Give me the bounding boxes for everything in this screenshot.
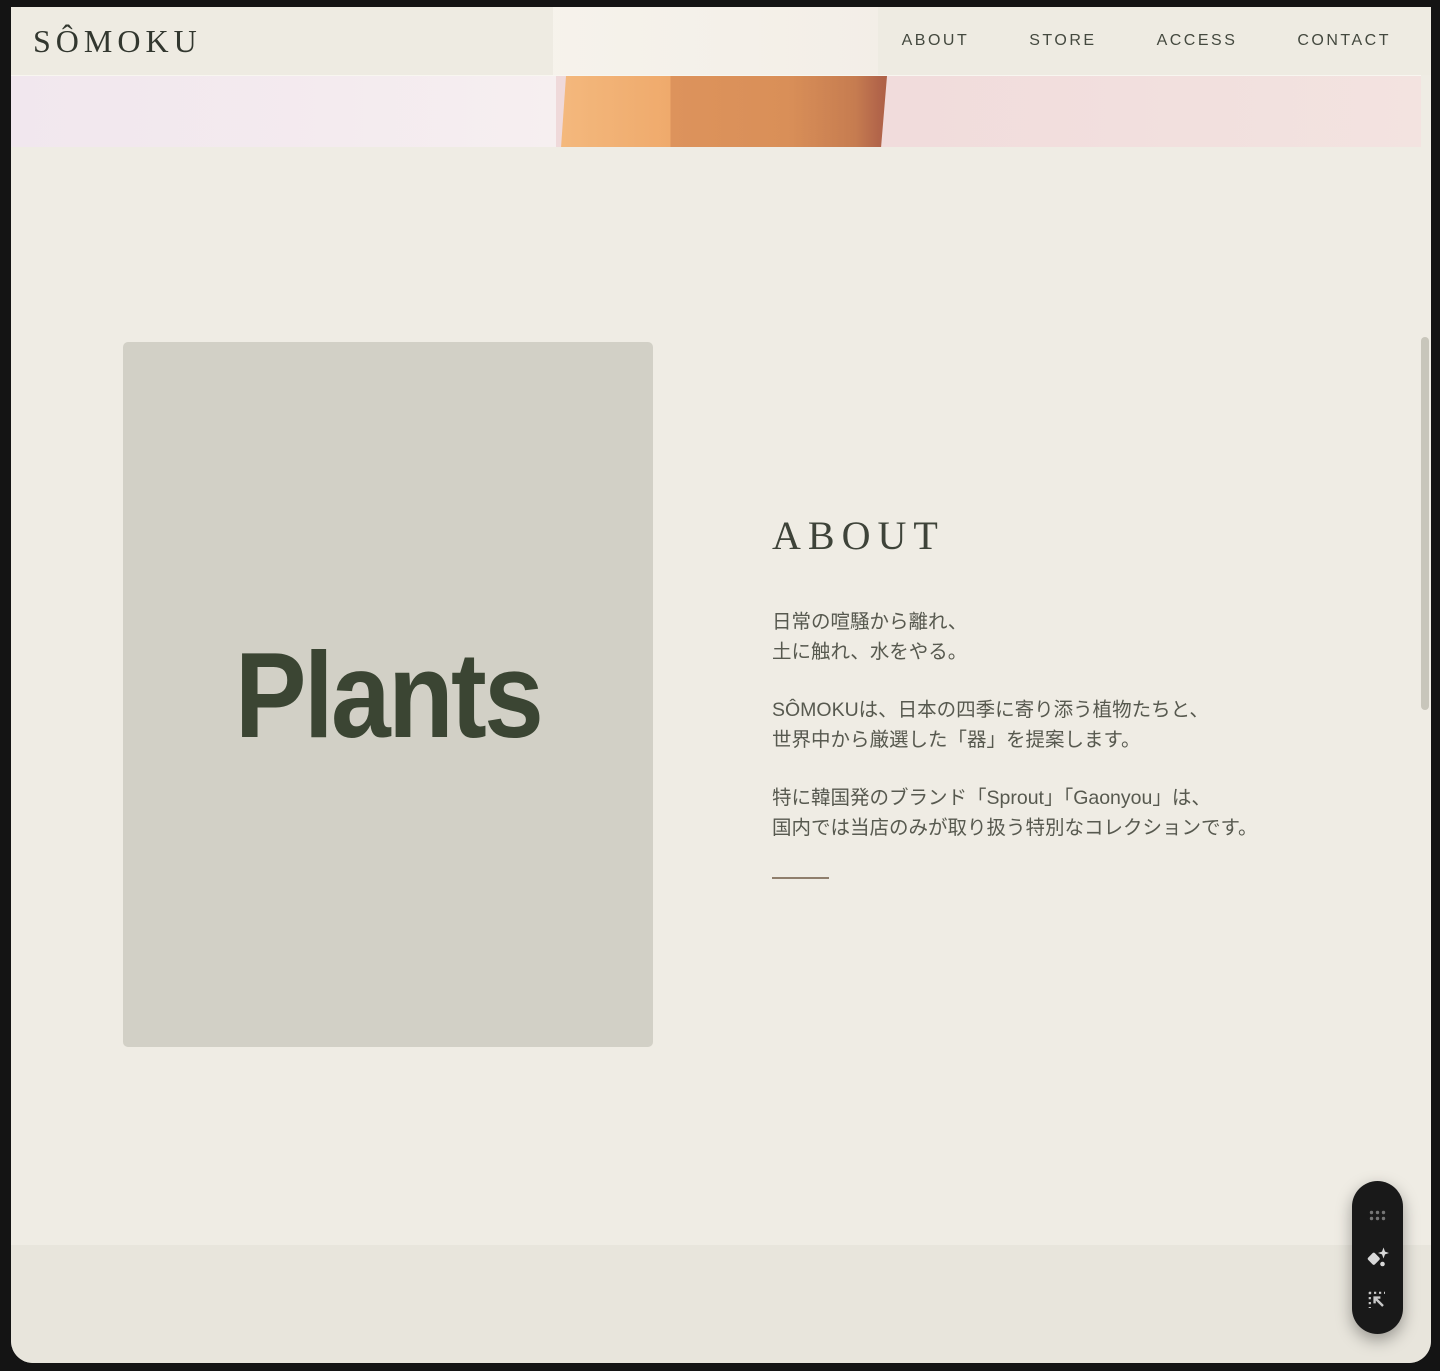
plants-card-label: Plants [235, 625, 541, 765]
about-paragraph: 特に韓国発のブランド「Sprout」「Gaonyou」は、 国内では当店のみが取… [772, 783, 1332, 843]
nav-link-store[interactable]: STORE [1029, 32, 1096, 50]
window-frame: SÔMOKU ABOUT STORE ACCESS CONTACT Plants… [0, 0, 1440, 1371]
site-header: SÔMOKU ABOUT STORE ACCESS CONTACT [11, 7, 1431, 75]
hero-backdrop-left [11, 76, 556, 147]
text-line: 世界中から厳選した「器」を提案します。 [772, 729, 1141, 751]
assistant-widget [1352, 1181, 1403, 1334]
text-line: 日常の喧騒から離れ、 [772, 611, 967, 633]
text-line: 国内では当店のみが取り扱う特別なコレクションです。 [772, 817, 1258, 839]
section-divider [772, 877, 829, 879]
about-paragraph: 日常の喧騒から離れ、 土に触れ、水をやる。 [772, 607, 1332, 667]
drag-handle-dots-icon[interactable] [1365, 1202, 1391, 1228]
text-line: 土に触れ、水をやる。 [772, 641, 967, 663]
about-section: Plants ABOUT 日常の喧騒から離れ、 土に触れ、水をやる。 SÔMOK… [11, 147, 1431, 1245]
main-nav: ABOUT STORE ACCESS CONTACT [902, 32, 1391, 50]
text-line: SÔMOKUは、日本の四季に寄り添う植物たちと、 [772, 699, 1209, 721]
sparkle-icon[interactable] [1365, 1245, 1391, 1271]
text-line: 特に韓国発のブランド「Sprout」「Gaonyou」は、 [772, 787, 1211, 809]
about-text-column: ABOUT 日常の喧騒から離れ、 土に触れ、水をやる。 SÔMOKUは、日本の四… [772, 512, 1332, 879]
nav-link-access[interactable]: ACCESS [1157, 32, 1238, 50]
header-translucent-band [553, 7, 878, 75]
corner-capture-icon[interactable] [1365, 1287, 1391, 1313]
plants-card[interactable]: Plants [123, 342, 653, 1047]
webpage: SÔMOKU ABOUT STORE ACCESS CONTACT Plants… [11, 7, 1431, 1363]
nav-link-about[interactable]: ABOUT [902, 32, 970, 50]
terracotta-pot-image [553, 76, 889, 147]
hero-image-strip [11, 75, 1421, 147]
scrollbar-thumb[interactable] [1421, 337, 1429, 710]
footer-strip [11, 1245, 1431, 1363]
nav-link-contact[interactable]: CONTACT [1297, 32, 1391, 50]
site-logo[interactable]: SÔMOKU [33, 23, 202, 60]
about-paragraph: SÔMOKUは、日本の四季に寄り添う植物たちと、 世界中から厳選した「器」を提案… [772, 695, 1332, 755]
about-heading: ABOUT [772, 512, 1332, 559]
